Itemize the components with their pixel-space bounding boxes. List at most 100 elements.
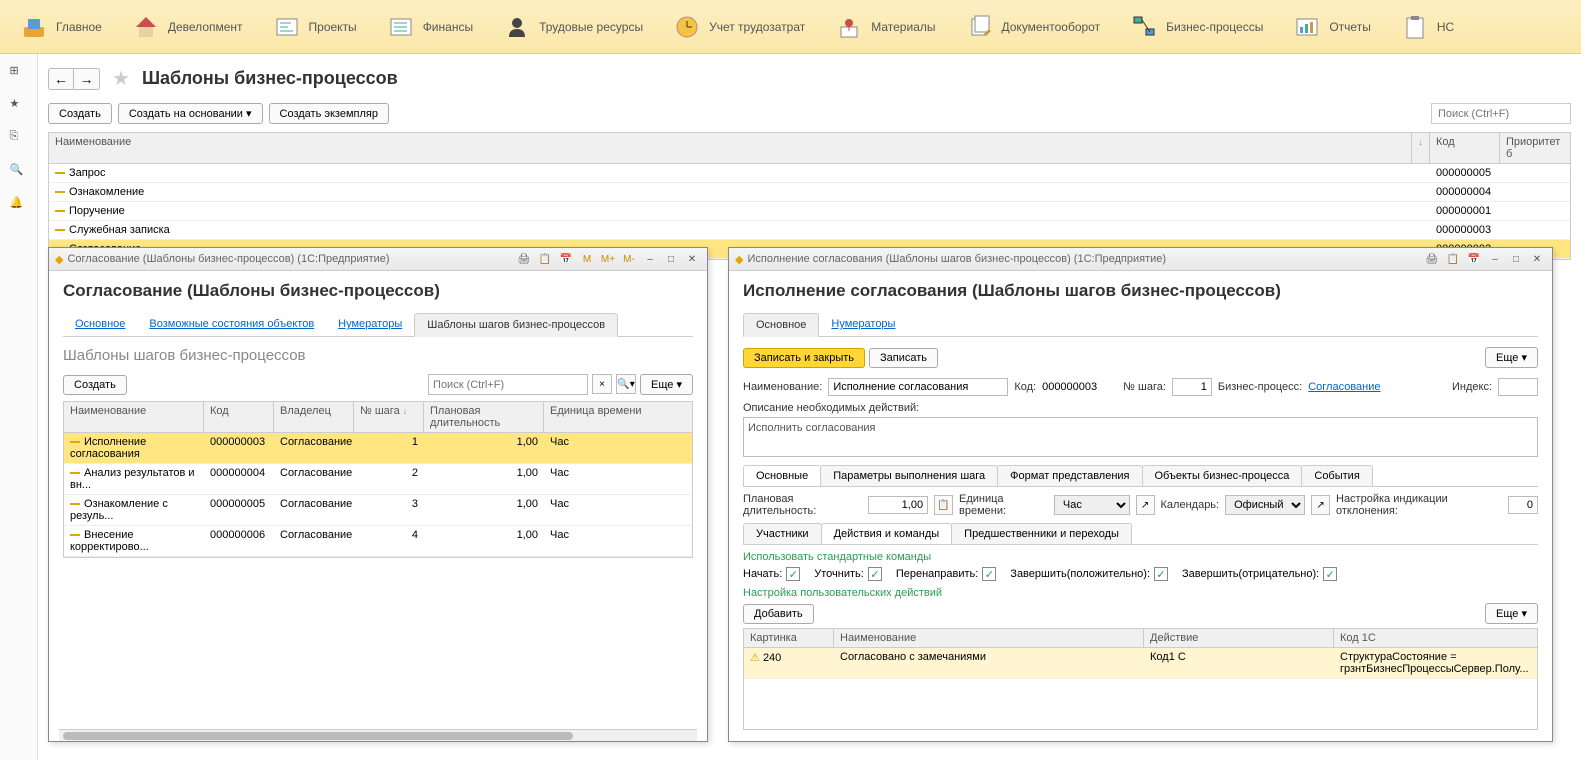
tab-main[interactable]: Основное: [63, 313, 137, 336]
tab-numerators2[interactable]: Нумераторы: [819, 313, 907, 336]
forward-button[interactable]: →: [74, 68, 100, 90]
minimize-btn[interactable]: –: [641, 251, 659, 267]
toolbar-docflow[interactable]: Документооборот: [966, 13, 1101, 41]
tab-main2[interactable]: Основное: [743, 313, 819, 337]
toolbar-finance[interactable]: Финансы: [387, 13, 473, 41]
table-row[interactable]: Ознакомление000000004: [49, 183, 1570, 202]
bell-icon[interactable]: 🔔: [10, 196, 28, 214]
table-row[interactable]: Запрос000000005: [49, 164, 1570, 183]
desc-input[interactable]: Исполнить согласования: [743, 417, 1538, 457]
maximize-btn[interactable]: □: [1507, 251, 1525, 267]
m-btn[interactable]: M: [578, 251, 596, 267]
d1-more-button[interactable]: Еще ▾: [640, 374, 693, 395]
toolbar-timetrack[interactable]: Учет трудозатрат: [673, 13, 805, 41]
tab-states[interactable]: Возможные состояния объектов: [137, 313, 326, 336]
print-icon[interactable]: 🖨: [515, 251, 533, 267]
hscrollbar[interactable]: [59, 729, 697, 741]
calendar-icon[interactable]: 📅: [557, 251, 575, 267]
d1-th-name[interactable]: Наименование: [64, 402, 204, 432]
create-based-button[interactable]: Создать на основании ▾: [118, 103, 263, 124]
star-icon[interactable]: ★: [112, 66, 130, 91]
favorite-icon[interactable]: ★: [10, 97, 28, 115]
search-side-icon[interactable]: 🔍: [10, 163, 28, 181]
search-icon[interactable]: 🔍▾: [616, 374, 636, 394]
tab-numerators[interactable]: Нумераторы: [326, 313, 414, 336]
th-code1c[interactable]: Код 1С: [1334, 629, 1537, 647]
step-row[interactable]: Анализ результатов и вн...000000004Согла…: [64, 464, 692, 495]
toolbar-ns[interactable]: НС: [1401, 13, 1454, 41]
d1-th-duration[interactable]: Плановая длительность: [424, 402, 544, 432]
table-row[interactable]: Поручение000000001: [49, 202, 1570, 221]
d2-more2-button[interactable]: Еще ▾: [1485, 603, 1538, 624]
th-name2[interactable]: Наименование: [834, 629, 1144, 647]
calc-icon[interactable]: 📋: [536, 251, 554, 267]
th-code[interactable]: Код: [1430, 133, 1500, 163]
close-btn[interactable]: ✕: [683, 251, 701, 267]
subtab-events[interactable]: События: [1301, 465, 1372, 486]
print-icon[interactable]: 🖨: [1423, 251, 1441, 267]
toolbar-development[interactable]: Девелопмент: [132, 13, 243, 41]
unit-select[interactable]: Час: [1054, 495, 1130, 515]
step-row[interactable]: Исполнение согласования000000003Согласов…: [64, 433, 692, 464]
subtab-main[interactable]: Основные: [743, 465, 821, 486]
save-button[interactable]: Записать: [869, 348, 938, 368]
create-button[interactable]: Создать: [48, 103, 112, 124]
redirect-checkbox[interactable]: ✓: [982, 567, 996, 581]
d1-create-button[interactable]: Создать: [63, 375, 127, 395]
toolbar-projects[interactable]: Проекты: [273, 13, 357, 41]
table-row[interactable]: Служебная записка000000003: [49, 221, 1570, 240]
d2-more-button[interactable]: Еще ▾: [1485, 347, 1538, 368]
m-minus-btn[interactable]: M-: [620, 251, 638, 267]
finish-pos-checkbox[interactable]: ✓: [1154, 567, 1168, 581]
step-input[interactable]: [1172, 378, 1212, 396]
save-close-button[interactable]: Записать и закрыть: [743, 348, 865, 368]
toolbar-reports[interactable]: Отчеты: [1293, 13, 1370, 41]
th-sort[interactable]: ↓: [1412, 133, 1430, 163]
maximize-btn[interactable]: □: [662, 251, 680, 267]
toolbar-main[interactable]: Главное: [20, 13, 102, 41]
index-input[interactable]: [1498, 378, 1538, 396]
subtab-actions[interactable]: Действия и команды: [821, 523, 953, 544]
name-input[interactable]: [828, 378, 1008, 396]
subtab-participants[interactable]: Участники: [743, 523, 822, 544]
close-btn[interactable]: ✕: [1528, 251, 1546, 267]
deviation-input[interactable]: [1508, 496, 1538, 514]
th-pic[interactable]: Картинка: [744, 629, 834, 647]
create-instance-button[interactable]: Создать экземпляр: [269, 103, 389, 124]
step-row[interactable]: Ознакомление с резуль...000000005Согласо…: [64, 495, 692, 526]
clarify-checkbox[interactable]: ✓: [868, 567, 882, 581]
toolbar-bp[interactable]: Бизнес-процессы: [1130, 13, 1263, 41]
history-icon[interactable]: ⎘: [10, 130, 28, 148]
subtab-predecessors[interactable]: Предшественники и переходы: [951, 523, 1132, 544]
d1-th-owner[interactable]: Владелец: [274, 402, 354, 432]
toolbar-hr[interactable]: Трудовые ресурсы: [503, 13, 643, 41]
subtab-objects[interactable]: Объекты бизнес-процесса: [1142, 465, 1303, 486]
calendar-icon[interactable]: 📅: [1465, 251, 1483, 267]
start-checkbox[interactable]: ✓: [786, 567, 800, 581]
calc-icon[interactable]: 📋: [1444, 251, 1462, 267]
dialog2-titlebar[interactable]: ◆ Исполнение согласования (Шаблоны шагов…: [729, 248, 1552, 271]
m-plus-btn[interactable]: M+: [599, 251, 617, 267]
th-priority[interactable]: Приоритет б: [1500, 133, 1570, 163]
subtab-format[interactable]: Формат представления: [997, 465, 1142, 486]
add-button[interactable]: Добавить: [743, 604, 814, 624]
search-input[interactable]: [1431, 103, 1571, 124]
step-row[interactable]: Внесение корректирово...000000006Согласо…: [64, 526, 692, 557]
d1-th-code[interactable]: Код: [204, 402, 274, 432]
d1-th-unit[interactable]: Единица времени: [544, 402, 692, 432]
duration-input[interactable]: [868, 496, 928, 514]
th-name[interactable]: Наименование: [49, 133, 1412, 163]
calc-btn-icon[interactable]: 📋: [934, 495, 953, 515]
d1-th-step[interactable]: № шага ↓: [354, 402, 424, 432]
open-ref-icon[interactable]: ↗: [1311, 495, 1330, 515]
th-action[interactable]: Действие: [1144, 629, 1334, 647]
toolbar-materials[interactable]: Материалы: [835, 13, 935, 41]
finish-neg-checkbox[interactable]: ✓: [1323, 567, 1337, 581]
apps-icon[interactable]: ⊞: [10, 64, 28, 82]
d1-search[interactable]: [428, 374, 588, 395]
tab-steps[interactable]: Шаблоны шагов бизнес-процессов: [414, 313, 618, 337]
subtab-params[interactable]: Параметры выполнения шага: [820, 465, 998, 486]
minimize-btn[interactable]: –: [1486, 251, 1504, 267]
clear-search-icon[interactable]: ×: [592, 374, 612, 394]
back-button[interactable]: ←: [48, 68, 74, 90]
